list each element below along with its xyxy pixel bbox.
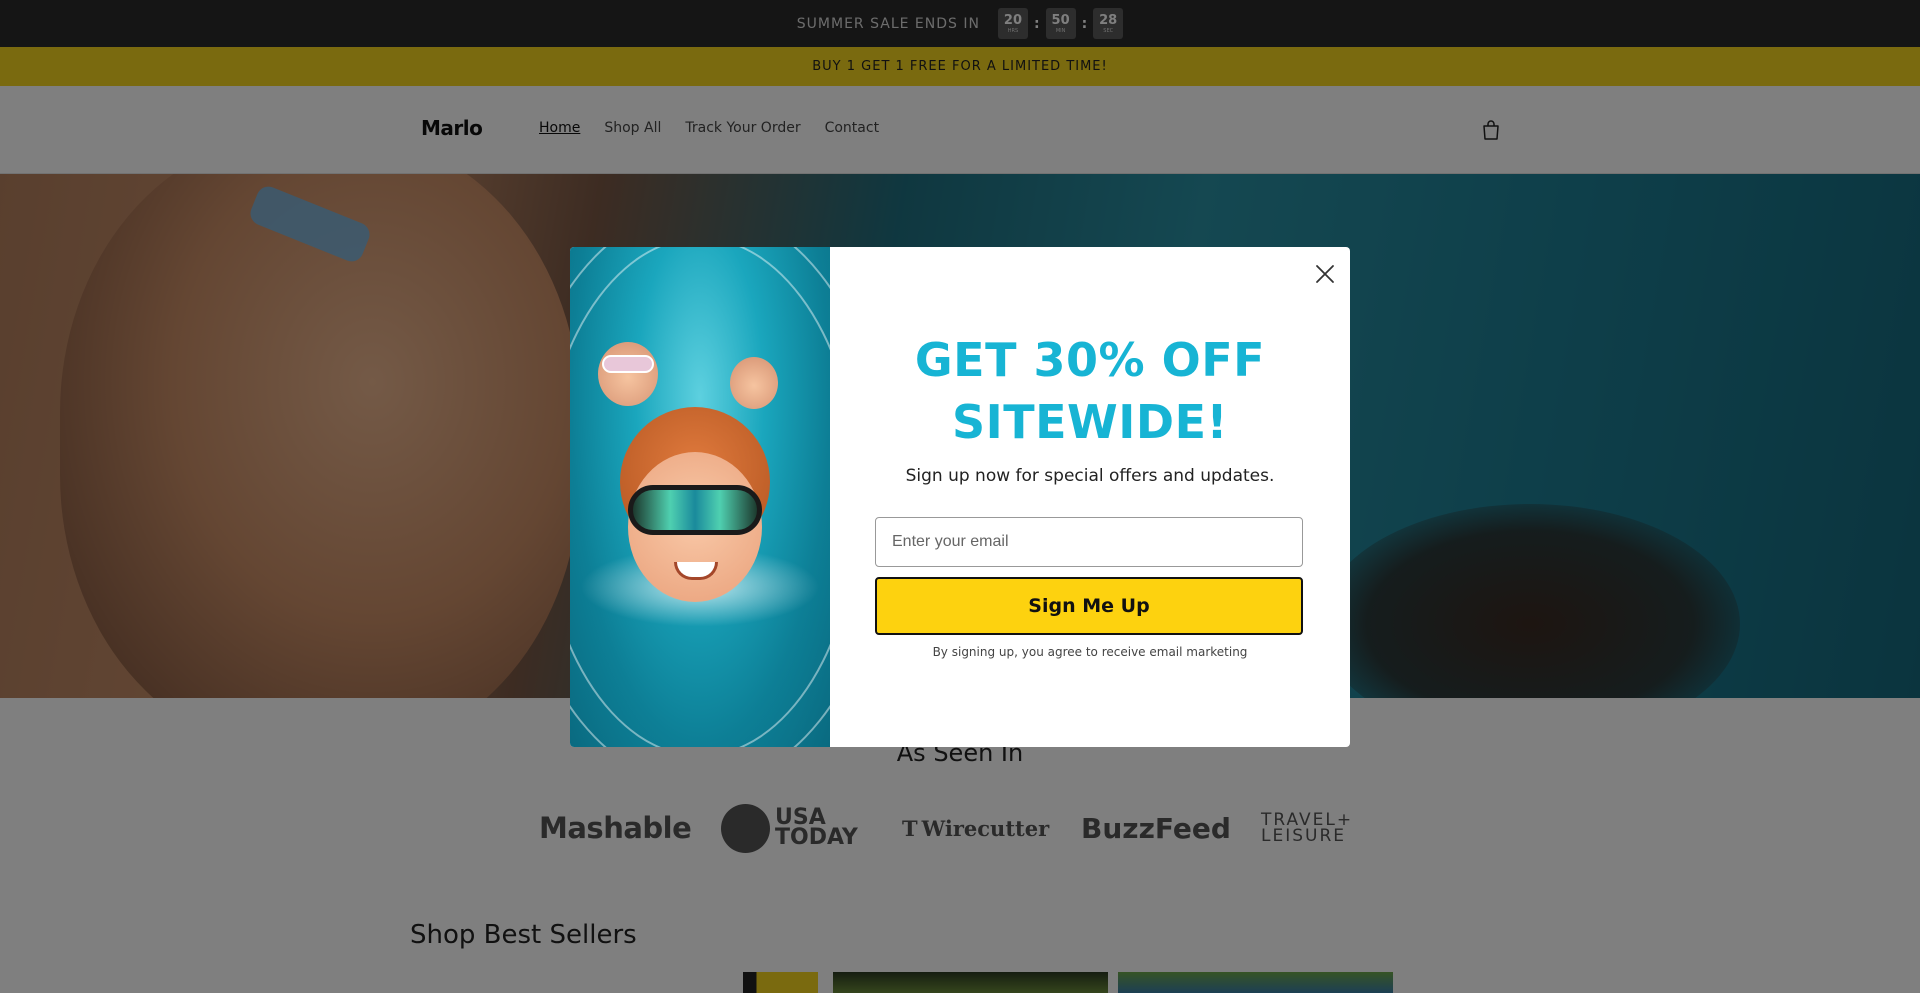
promo-headline: GET 30% OFF SITEWIDE! [914,333,1266,449]
modal-content: GET 30% OFF SITEWIDE! Sign up now for sp… [830,247,1350,747]
sign-me-up-button[interactable]: Sign Me Up [875,577,1303,635]
promo-subtext: Sign up now for special offers and updat… [905,466,1275,486]
signup-disclaimer: By signing up, you agree to receive emai… [932,645,1248,659]
kids-swimming-image [570,247,830,747]
signup-modal: GET 30% OFF SITEWIDE! Sign up now for sp… [570,247,1350,747]
email-field[interactable] [875,517,1303,567]
